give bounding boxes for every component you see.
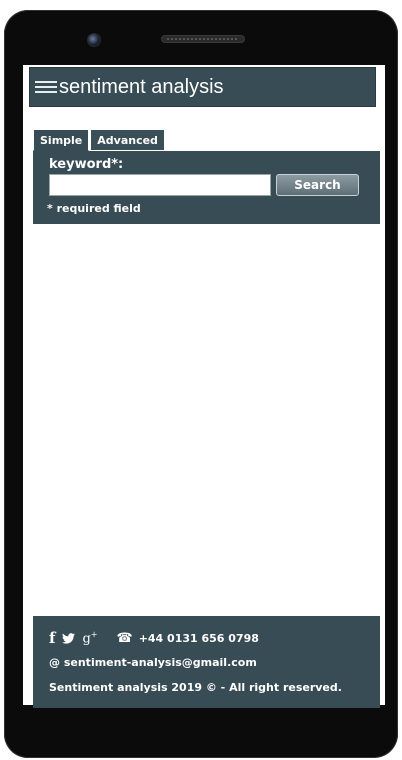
at-sign-icon: @: [49, 656, 60, 669]
menu-line: [35, 86, 57, 88]
footer: f g+ ☎ +44 0131 656 0798 @ sentiment-ana…: [33, 616, 380, 708]
copyright-text: Sentiment analysis 2019 © - All right re…: [49, 681, 342, 694]
required-field-note: * required field: [47, 202, 141, 215]
search-tabs: Simple Advanced: [33, 129, 166, 151]
email-row: @ sentiment-analysis@gmail.com: [49, 656, 257, 669]
app-header: sentiment analysis: [29, 67, 376, 107]
phone-screen: sentiment analysis Simple Advanced keywo…: [23, 65, 385, 708]
app-title: sentiment analysis: [59, 76, 224, 98]
camera-lens: [87, 33, 101, 47]
twitter-icon[interactable]: [62, 633, 76, 644]
google-plus-icon[interactable]: g+: [82, 631, 97, 646]
tab-simple[interactable]: Simple: [33, 129, 90, 151]
search-panel: keyword*: Search * required field: [33, 151, 380, 224]
phone-number: +44 0131 656 0798: [138, 632, 259, 645]
hamburger-menu-icon[interactable]: [35, 81, 57, 93]
keyword-label: keyword*:: [49, 157, 124, 172]
telephone-icon: ☎: [116, 631, 133, 646]
search-button[interactable]: Search: [276, 174, 359, 196]
speaker-grille: [161, 35, 245, 43]
phone-frame: sentiment analysis Simple Advanced keywo…: [4, 10, 398, 758]
menu-line: [35, 81, 57, 83]
menu-line: [35, 91, 57, 93]
email-link[interactable]: sentiment-analysis@gmail.com: [64, 656, 257, 669]
contact-row: f g+ ☎ +44 0131 656 0798: [49, 631, 259, 646]
tab-advanced[interactable]: Advanced: [90, 129, 165, 151]
facebook-icon[interactable]: f: [49, 631, 55, 646]
keyword-input[interactable]: [49, 174, 271, 196]
